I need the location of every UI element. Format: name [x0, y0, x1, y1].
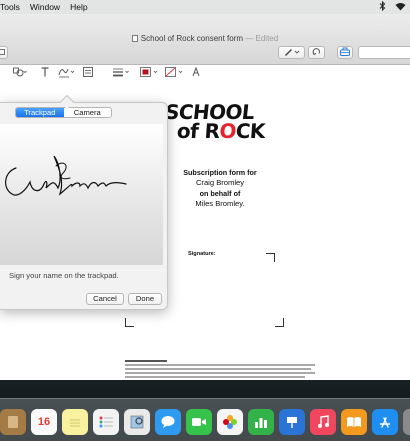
toolbox-icon — [340, 47, 350, 58]
note-tool[interactable] — [83, 66, 93, 78]
photos-icon[interactable] — [217, 409, 243, 435]
signature-label: Signature: — [188, 251, 216, 257]
app-store-icon[interactable] — [372, 409, 398, 435]
window-title-text: School of Rock consent form — [140, 34, 244, 43]
border-color-tool[interactable] — [140, 66, 160, 78]
contacts-icon[interactable] — [0, 409, 26, 435]
menu-item-help[interactable]: Help — [60, 2, 87, 12]
school-of-rock-logo: SCHOOL of ROCK — [164, 100, 266, 143]
sidebar-toggle-button[interactable] — [0, 46, 8, 59]
window-toolbar: School of Rock consent form — Edited — [0, 14, 410, 78]
pen-icon — [284, 48, 300, 58]
system-preferences-icon[interactable] — [403, 409, 410, 435]
search-input[interactable] — [358, 46, 410, 59]
signature-instruction: Sign your name on the trackpad. — [9, 271, 119, 280]
signature-source-segmented-control: Trackpad Camera — [15, 107, 112, 118]
books-icon[interactable] — [341, 409, 367, 435]
text-style-tool[interactable] — [192, 66, 202, 78]
on-behalf-text: on behalf of — [199, 189, 241, 198]
numbers-icon[interactable] — [248, 409, 274, 435]
fine-print-block — [125, 360, 315, 380]
facetime-icon[interactable] — [186, 409, 212, 435]
signature-popover: Trackpad Camera Sign your name on the tr… — [0, 102, 168, 310]
logo-rock-o: O — [218, 119, 237, 143]
trackpad-signature-area[interactable] — [0, 124, 163, 265]
preview-icon[interactable] — [124, 409, 150, 435]
fill-color-tool[interactable] — [165, 66, 185, 78]
menu-item-tools[interactable]: Tools — [0, 2, 20, 12]
share-icon — [0, 48, 5, 57]
shapes-tool[interactable] — [13, 66, 27, 78]
menu-bar: Tools Window Help — [0, 0, 410, 14]
document-icon — [131, 35, 138, 42]
signature-frame-corner — [275, 318, 284, 327]
form-heading: Subscription form for — [183, 168, 257, 177]
signature-drawing — [5, 155, 127, 196]
sign-tool[interactable] — [58, 66, 76, 78]
signature-frame-corner — [266, 253, 275, 262]
keynote-icon[interactable] — [279, 409, 305, 435]
logo-line2-suffix: CK — [235, 119, 266, 143]
child-name: Miles Bromley. — [195, 199, 245, 208]
logo-line2-prefix: of R — [176, 119, 221, 143]
messages-icon[interactable] — [155, 409, 181, 435]
wifi-icon[interactable] — [395, 2, 406, 13]
edited-status: — Edited — [245, 34, 279, 43]
signature-frame-corner — [125, 318, 134, 327]
toolbox-button[interactable] — [337, 46, 353, 59]
done-button[interactable]: Done — [128, 293, 162, 305]
dock: 16 — [0, 398, 410, 441]
tab-camera[interactable]: Camera — [64, 108, 112, 117]
menu-item-window[interactable]: Window — [20, 2, 60, 12]
logo-line2: of ROCK — [164, 119, 265, 143]
preview-window: School of Rock consent form — Edited SCH… — [0, 14, 410, 380]
line-style-tool[interactable] — [113, 66, 131, 78]
window-title: School of Rock consent form — Edited — [0, 34, 410, 43]
cancel-button[interactable]: Cancel — [86, 293, 124, 305]
tab-trackpad[interactable]: Trackpad — [16, 108, 64, 117]
rotate-button[interactable] — [308, 46, 325, 59]
music-icon[interactable] — [310, 409, 336, 435]
parent-name: Craig Bromley — [195, 178, 245, 187]
calendar-icon[interactable]: 16 — [31, 409, 57, 435]
markup-pen-button[interactable] — [278, 46, 305, 59]
rotate-icon — [312, 47, 321, 58]
text-tool[interactable] — [41, 66, 49, 78]
notes-icon[interactable] — [62, 409, 88, 435]
bluetooth-icon[interactable] — [379, 0, 386, 13]
reminders-icon[interactable] — [93, 409, 119, 435]
